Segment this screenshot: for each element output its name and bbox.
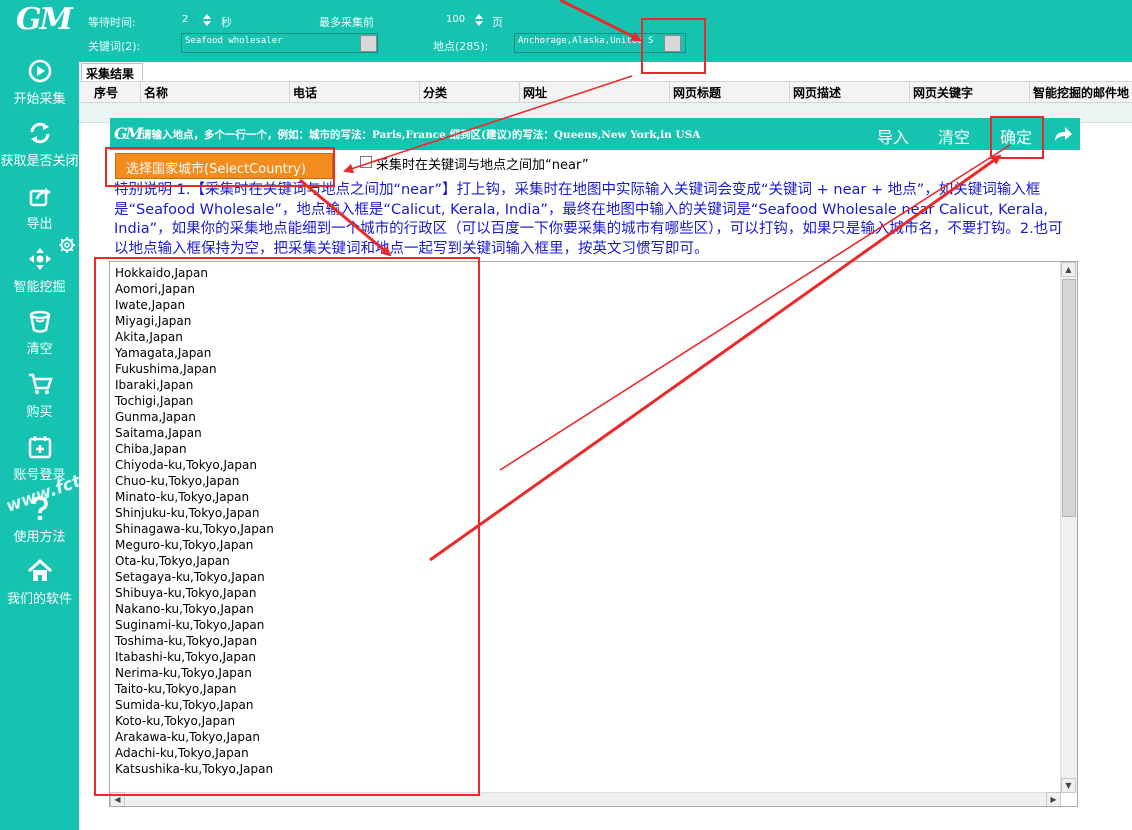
export-share-icon: [29, 188, 51, 207]
column-header[interactable]: 名称: [144, 84, 168, 101]
sidebar-item-clear[interactable]: 清空: [0, 308, 79, 357]
scroll-down-icon[interactable]: ▼: [1061, 778, 1076, 793]
cart-icon: [28, 373, 53, 394]
sidebar-item-label: 导出: [26, 217, 53, 232]
share-arrow-icon[interactable]: [1053, 125, 1073, 143]
sidebar: GM 开始采集 获取是否关闭 导出 智能挖掘 清空 购买 账号登录 使用方法 我…: [0, 0, 107, 830]
sidebar-item-purchase[interactable]: 购买: [0, 371, 79, 420]
sidebar-item-smart-mining[interactable]: 智能挖掘: [0, 246, 79, 295]
column-header[interactable]: 网址: [523, 84, 547, 101]
column-header[interactable]: 智能挖掘的邮件地: [1033, 84, 1129, 101]
move-arrows-icon: [28, 248, 51, 270]
vertical-scrollbar[interactable]: ▲ ▼: [1060, 262, 1077, 793]
max-pages-stepper[interactable]: [474, 12, 484, 28]
column-header[interactable]: 电话: [293, 84, 317, 101]
column-divider: [669, 82, 670, 103]
column-divider: [140, 82, 141, 103]
column-divider: [1029, 82, 1030, 103]
keyword-input-handle[interactable]: [360, 35, 377, 52]
near-checkbox[interactable]: [360, 156, 372, 168]
column-header[interactable]: 网页关键字: [913, 84, 973, 101]
refresh-icon: [30, 122, 49, 144]
sidebar-item-label: 获取是否关闭: [0, 154, 79, 169]
wait-time-unit: 秒: [221, 16, 232, 29]
sidebar-item-start-collect[interactable]: 开始采集: [0, 58, 79, 107]
sidebar-item-export[interactable]: 导出: [0, 183, 79, 232]
sidebar-item-our-software[interactable]: 我们的软件: [0, 558, 79, 607]
near-checkbox-label: 采集时在关键词与地点之间加“near”: [376, 158, 589, 173]
column-header[interactable]: 分类: [423, 84, 447, 101]
play-circle-icon: [28, 59, 51, 83]
sidebar-item-label: 使用方法: [13, 530, 66, 545]
column-header[interactable]: 网页描述: [793, 84, 841, 101]
clear-button[interactable]: 清空: [938, 124, 970, 148]
location-label: 地点(285):: [433, 40, 489, 53]
annotation-box-select-country: [105, 147, 335, 187]
calendar-plus-icon: [28, 436, 51, 459]
dialog-title: 请输入地点，多个一行一个，例如：城市的写法：Paris,France 细到区(建…: [141, 129, 701, 141]
results-table-header: 序号 名称 电话 分类 网址 网页标题 网页描述 网页关键字 智能挖掘的邮件地: [79, 81, 1132, 103]
instruction-note: 特别说明 1.【采集时在关键词与地点之间加“near”】打上钩，采集时在地图中实…: [114, 182, 1063, 257]
tab-results[interactable]: 采集结果: [81, 63, 143, 82]
column-divider: [789, 82, 790, 103]
app-logo: GM: [16, 2, 73, 37]
wait-time-label: 等待时间:: [88, 16, 136, 29]
bucket-icon: [29, 310, 50, 333]
column-header[interactable]: 序号: [94, 84, 118, 101]
annotation-box-location-input: [641, 18, 706, 74]
dialog-logo: GM: [114, 124, 143, 143]
annotation-box-confirm: [990, 116, 1044, 159]
scroll-right-icon[interactable]: ▶: [1046, 792, 1061, 806]
column-header[interactable]: 网页标题: [673, 84, 721, 101]
import-button[interactable]: 导入: [877, 124, 909, 148]
wait-time-stepper[interactable]: [202, 12, 212, 28]
scrollbar-thumb[interactable]: [1062, 279, 1076, 517]
annotation-box-locations: [94, 257, 480, 796]
sidebar-item-label: 购买: [26, 405, 53, 420]
sidebar-item-label: 我们的软件: [6, 592, 72, 607]
max-pages-value[interactable]: 100: [446, 14, 465, 25]
keyword-label: 关键词(2):: [88, 40, 141, 53]
sidebar-item-label: 清空: [26, 342, 53, 357]
settings-bar: 等待时间: 2 秒 最多采集前 100 页 关键词(2): Seafood wh…: [79, 0, 1132, 62]
max-pages-unit: 页: [492, 16, 503, 29]
keyword-input[interactable]: Seafood wholesaler: [181, 33, 378, 53]
sidebar-item-label: 智能挖掘: [13, 280, 66, 295]
wait-time-value[interactable]: 2: [182, 14, 188, 25]
column-divider: [289, 82, 290, 103]
scroll-up-icon[interactable]: ▲: [1061, 262, 1076, 277]
column-divider: [909, 82, 910, 103]
sidebar-item-label: 开始采集: [13, 92, 66, 107]
sidebar-item-check-close[interactable]: 获取是否关闭: [0, 120, 79, 169]
column-divider: [519, 82, 520, 103]
column-divider: [419, 82, 420, 103]
location-dialog-header: GM 请输入地点，多个一行一个，例如：城市的写法：Paris,France 细到…: [110, 118, 1080, 150]
max-pages-label: 最多采集前: [319, 16, 374, 29]
home-icon: [27, 558, 52, 581]
